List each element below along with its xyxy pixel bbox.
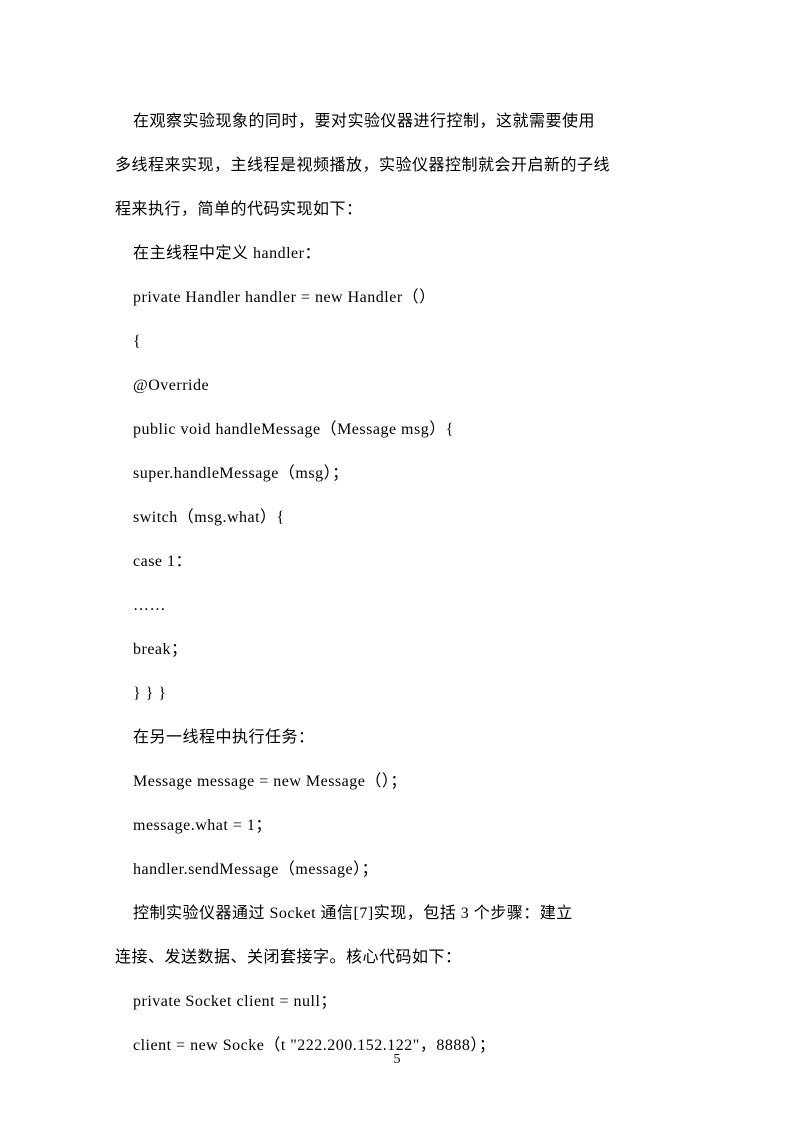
body-line: message.what = 1； [115,804,679,848]
document-page: 在观察实验现象的同时，要对实验仪器进行控制，这就需要使用 多线程来实现，主线程是… [0,0,794,1123]
body-line: 在另一线程中执行任务： [115,716,679,760]
body-line: @Override [115,364,679,408]
body-line: 在主线程中定义 handler： [115,232,679,276]
body-line: case 1： [115,540,679,584]
body-line: 在观察实验现象的同时，要对实验仪器进行控制，这就需要使用 [115,100,679,144]
body-line: private Handler handler = new Handler（） [115,276,679,320]
body-line: break； [115,628,679,672]
body-line: 多线程来实现，主线程是视频播放，实验仪器控制就会开启新的子线 [115,144,679,188]
body-line: …… [115,584,679,628]
body-line: { [115,320,679,364]
body-line: super.handleMessage（msg）； [115,452,679,496]
body-line: Message message = new Message（）； [115,760,679,804]
body-line: } } } [115,672,679,716]
body-line: private Socket client = null； [115,980,679,1024]
page-number: 5 [0,1052,794,1068]
body-line: 控制实验仪器通过 Socket 通信[7]实现，包括 3 个步骤：建立 [115,892,679,936]
body-line: 程来执行，简单的代码实现如下： [115,188,679,232]
body-line: handler.sendMessage（message）； [115,848,679,892]
body-line: switch（msg.what）{ [115,496,679,540]
body-line: 连接、发送数据、关闭套接字。核心代码如下： [115,936,679,980]
body-line: public void handleMessage（Message msg）{ [115,408,679,452]
